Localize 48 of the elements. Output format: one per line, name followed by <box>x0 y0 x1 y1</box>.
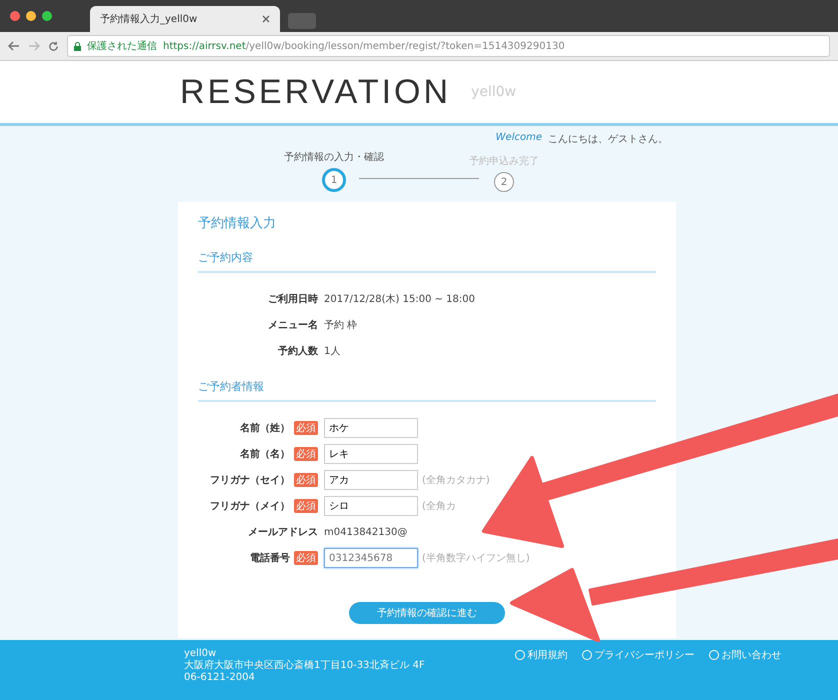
step-indicator: 1 <box>322 168 346 192</box>
form-title: 予約情報入力 <box>198 215 277 232</box>
greeting-text: こんにちは、ゲストさん。 <box>548 133 668 146</box>
field-label: フリガナ（メイ） <box>210 500 290 513</box>
input-field[interactable]: レキ <box>324 444 418 464</box>
required-badge: 必須 <box>294 551 318 565</box>
required-badge: 必須 <box>294 473 318 487</box>
reload-icon[interactable] <box>48 40 59 52</box>
phone-text: 06-6121-2004 <box>184 672 256 684</box>
field-label: 名前（姓） <box>240 422 290 435</box>
field-value: 予約 枠 <box>324 318 358 332</box>
field-hint: (全角カタカナ) <box>422 474 490 487</box>
field-label: フリガナ（セイ） <box>210 474 290 487</box>
input-field[interactable]: アカ <box>324 470 418 490</box>
address-text: 大阪府大阪市中央区西心斎橋1丁目10-33北斉ビル 4F <box>184 660 425 672</box>
back-icon[interactable] <box>8 41 20 51</box>
address-bar[interactable]: 保護された通信 https://airrsv.net/yell0w/booking/lesson/member/regist/?token=1514309290130 <box>67 35 830 57</box>
step-label: 予約情報の入力・確認 <box>284 150 384 164</box>
welcome-label: Welcome <box>496 132 542 145</box>
browser-tab[interactable]: 予約情報入力_yell0w <box>90 6 280 32</box>
section-heading: ご予約内容 <box>198 250 656 273</box>
field-label: 電話番号 <box>250 552 290 565</box>
company-name: yell0w <box>184 648 218 660</box>
section-heading: ご予約者情報 <box>198 379 656 402</box>
input-field[interactable]: 0312345678 <box>324 548 418 568</box>
window-close-button[interactable] <box>10 11 20 21</box>
lock-icon <box>74 42 81 50</box>
field-label: メールアドレス <box>248 526 318 539</box>
logo: RESERVATION <box>180 72 452 112</box>
input-field[interactable]: ホケ <box>324 418 418 438</box>
window-zoom-button[interactable] <box>42 11 52 21</box>
step-label: 予約申込み完了 <box>469 154 539 168</box>
field-label: 名前（名） <box>240 448 290 461</box>
required-badge: 必須 <box>294 499 318 513</box>
input-field[interactable]: シロ <box>324 496 418 516</box>
field-label: ご利用日時 <box>268 292 318 306</box>
close-icon[interactable] <box>262 15 270 23</box>
step-indicator: 2 <box>494 172 514 192</box>
field-value: 1人 <box>324 345 342 358</box>
field-label: メニュー名 <box>268 318 318 332</box>
field-value: m0413842130@ <box>324 526 408 538</box>
field-hint: (半角数字ハイフン無し) <box>422 552 530 565</box>
required-badge: 必須 <box>294 421 318 435</box>
field-value: 2017/12/28(木) 15:00 ~ 18:00 <box>324 292 476 306</box>
required-badge: 必須 <box>294 447 318 461</box>
field-hint: (全角カ <box>422 500 456 513</box>
field-label: 予約人数 <box>278 344 318 358</box>
window-minimize-button[interactable] <box>26 11 36 21</box>
